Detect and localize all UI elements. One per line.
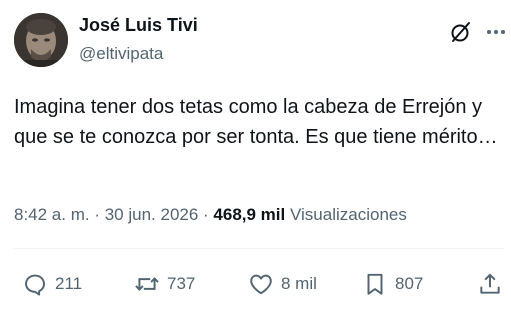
author-handle[interactable]: @eltivipata xyxy=(79,44,163,64)
meta-separator-2: · xyxy=(198,205,214,224)
tweet-text: Imagina tener dos tetas como la cabeza d… xyxy=(14,96,498,148)
bookmark-count: 807 xyxy=(395,274,424,293)
share-button[interactable] xyxy=(477,270,503,298)
grok-icon[interactable] xyxy=(449,20,473,44)
heart-icon xyxy=(250,274,272,295)
like-count: 8 mil xyxy=(281,274,317,293)
views-count[interactable]: 468,9 mil xyxy=(213,205,285,224)
author-display-name[interactable]: José Luis Tivi xyxy=(79,15,198,36)
tweet-time[interactable]: 8:42 a. m. xyxy=(14,205,90,224)
repost-count: 737 xyxy=(167,274,196,293)
repost-button[interactable]: 737 xyxy=(134,270,195,298)
reply-icon xyxy=(25,274,45,296)
repost-icon xyxy=(135,277,159,291)
meta-separator: · xyxy=(89,205,105,224)
more-icon[interactable] xyxy=(484,20,508,44)
tweet-meta: 8:42 a. m. · 30 jun. 2026 · 468,9 mil Vi… xyxy=(14,205,407,225)
avatar[interactable] xyxy=(14,13,68,67)
divider xyxy=(14,248,504,249)
views-label[interactable]: Visualizaciones xyxy=(290,205,407,224)
tweet-date[interactable]: 30 jun. 2026 xyxy=(105,205,199,224)
like-button[interactable]: 8 mil xyxy=(248,270,317,298)
bookmark-icon xyxy=(367,273,383,295)
reply-button[interactable]: 211 xyxy=(22,270,82,298)
reply-count: 211 xyxy=(55,274,83,293)
bookmark-button[interactable]: 807 xyxy=(362,270,423,298)
share-icon xyxy=(480,273,500,294)
